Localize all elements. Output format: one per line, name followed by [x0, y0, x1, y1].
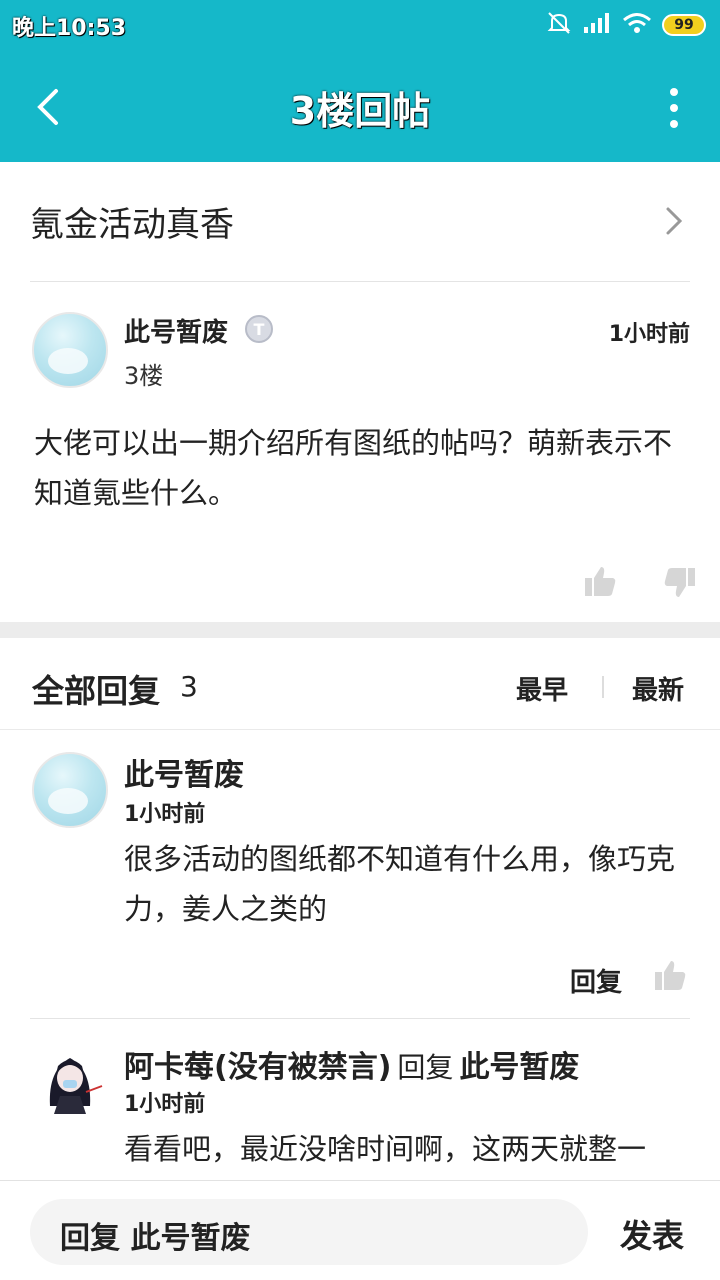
post-content: 大佬可以出一期介绍所有图纸的帖吗？萌新表示不知道氪些什么。: [34, 426, 673, 510]
status-bar: 晚上10:53 99: [0, 0, 720, 52]
level-badge-icon: T: [245, 315, 273, 343]
thread-title: 氪金活动真香: [30, 205, 234, 245]
reply-time: 1小时前: [124, 802, 206, 827]
reply-username[interactable]: 此号暂废: [124, 750, 244, 794]
reply-divider: [30, 1018, 690, 1019]
reply-username[interactable]: 阿卡莓(没有被禁言): [124, 1050, 391, 1085]
top-app-bar: 晚上10:53 99 3楼回帖: [0, 0, 720, 162]
thumbs-up-icon[interactable]: [652, 958, 688, 994]
sort-earliest-button[interactable]: 最早: [516, 670, 568, 707]
battery-indicator: 99: [662, 14, 706, 36]
reply-content: 看看吧，最近没啥时间啊，这两天就整一: [124, 1132, 647, 1166]
svg-text:T: T: [254, 320, 265, 339]
avatar[interactable]: [32, 312, 108, 388]
send-button[interactable]: 发表: [620, 1211, 684, 1257]
thread-title-link[interactable]: 氪金活动真香: [30, 162, 690, 282]
post-username[interactable]: 此号暂废: [124, 312, 228, 349]
reply-content: 很多活动的图纸都不知道有什么用，像巧克力，姜人之类的: [124, 842, 676, 926]
post-time: 1小时前: [608, 322, 690, 347]
wifi-icon: [622, 11, 652, 39]
sort-newest-button[interactable]: 最新: [632, 670, 684, 707]
nav-bar: 3楼回帖: [0, 52, 720, 162]
replies-header: 全部回复 3 最早 最新: [0, 638, 720, 730]
reply-target-username[interactable]: 此号暂废: [459, 1050, 579, 1085]
thumbs-up-icon[interactable]: [582, 564, 618, 600]
avatar[interactable]: [32, 752, 108, 828]
section-divider: [0, 622, 720, 638]
reply-input-placeholder: 回复 此号暂废: [60, 1221, 251, 1256]
sort-divider: [602, 676, 604, 698]
signal-icon: [582, 11, 612, 39]
composer-bar: 回复 此号暂废 发表: [0, 1180, 720, 1280]
reply-time: 1小时前: [124, 1092, 206, 1117]
page-title: 3楼回帖: [289, 89, 431, 133]
original-post: 此号暂废 T 3楼 1小时前 大佬可以出一期介绍所有图纸的帖吗？萌新表示不知道氪…: [0, 282, 720, 622]
thumbs-down-icon[interactable]: [662, 564, 698, 600]
dot-icon: [670, 104, 678, 112]
dot-icon: [670, 120, 678, 128]
reply-item: 阿卡莓(没有被禁言) 回复 此号暂废 1小时前 看看吧，最近没啥时间啊，这两天就整一: [0, 1020, 720, 1180]
dot-icon: [670, 88, 678, 96]
avatar[interactable]: [32, 1040, 108, 1116]
reply-count: 3: [180, 670, 198, 703]
mute-bell-icon: [546, 10, 572, 40]
status-icons: 99: [546, 12, 706, 38]
reply-word: 回复: [397, 1051, 454, 1084]
reply-input[interactable]: 回复 此号暂废: [30, 1199, 588, 1265]
chevron-right-icon: [666, 207, 683, 235]
more-options-button[interactable]: [664, 88, 684, 128]
floor-number: 3楼: [124, 362, 164, 390]
all-replies-label: 全部回复: [32, 672, 161, 710]
reply-header-line: 阿卡莓(没有被禁言) 回复 此号暂废: [124, 1042, 579, 1086]
reply-item: 此号暂废 1小时前 很多活动的图纸都不知道有什么用，像巧克力，姜人之类的 回复: [0, 730, 720, 1020]
clock: 晚上10:53: [12, 16, 127, 41]
reply-button[interactable]: 回复: [570, 962, 622, 999]
